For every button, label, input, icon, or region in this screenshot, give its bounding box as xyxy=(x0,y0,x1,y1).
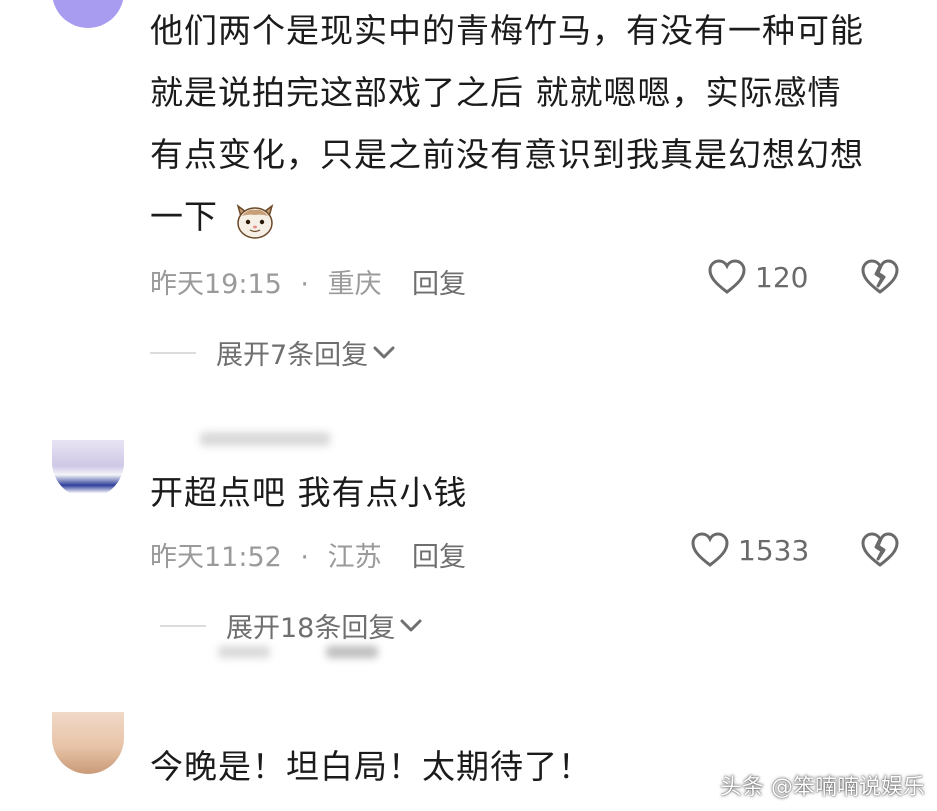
dislike-button[interactable] xyxy=(860,258,900,296)
blurred-username xyxy=(200,432,330,446)
comment-meta: 昨天19:15 · 重庆 xyxy=(150,262,382,301)
expand-replies-label: 展开18条回复 xyxy=(226,613,396,644)
avatar[interactable] xyxy=(52,440,124,498)
reply-button[interactable]: 回复 xyxy=(412,535,466,574)
dislike-button[interactable] xyxy=(860,531,900,569)
heart-icon xyxy=(707,258,747,296)
divider-line xyxy=(160,624,206,627)
comment-location: 江苏 xyxy=(327,542,382,573)
comment-text: 今晚是！坦白局！太期待了！ xyxy=(150,736,592,798)
like-count: 1533 xyxy=(738,533,810,567)
comment-time: 昨天19:15 xyxy=(150,269,282,300)
cat-face-emoji-icon xyxy=(232,196,278,242)
heart-icon xyxy=(690,531,730,569)
watermark: 头条 @笨喃喃说娱乐 xyxy=(720,775,925,800)
avatar[interactable] xyxy=(52,0,124,28)
comment-line: 今晚是！坦白局！太期待了！ xyxy=(150,747,592,786)
broken-heart-icon xyxy=(860,258,900,296)
avatar[interactable] xyxy=(52,712,124,774)
expand-replies-label: 展开7条回复 xyxy=(216,340,369,371)
reply-button[interactable]: 回复 xyxy=(412,262,466,301)
comment-text: 他们两个是现实中的青梅竹马，有没有一种可能 就是说拍完这部戏了之后 就就嗯嗯，实… xyxy=(150,0,910,248)
comment-line: 一下 xyxy=(150,186,910,248)
like-count: 120 xyxy=(755,260,809,294)
expand-replies-button[interactable]: 展开18条回复 xyxy=(160,606,423,645)
comment-line-text: 一下 xyxy=(150,197,218,236)
comment-time: 昨天11:52 xyxy=(150,542,282,573)
blurred-username xyxy=(326,646,378,658)
broken-heart-icon xyxy=(860,531,900,569)
comment-location: 重庆 xyxy=(327,269,382,300)
comment-line: 就是说拍完这部戏了之后 就就嗯嗯，实际感情 xyxy=(150,73,842,112)
comment-line: 有点变化，只是之前没有意识到我真是幻想幻想 xyxy=(150,135,864,174)
chevron-down-icon xyxy=(372,337,396,368)
expand-replies-button[interactable]: 展开7条回复 xyxy=(150,333,396,372)
divider-line xyxy=(150,351,196,354)
chevron-down-icon xyxy=(399,610,423,641)
blurred-username xyxy=(218,646,270,658)
comment-meta: 昨天11:52 · 江苏 xyxy=(150,535,382,574)
meta-separator: · xyxy=(300,269,309,300)
like-button[interactable]: 120 xyxy=(707,258,808,296)
comment-line: 开超点吧 我有点小钱 xyxy=(150,473,468,512)
comment-text: 开超点吧 我有点小钱 xyxy=(150,462,468,524)
like-button[interactable]: 1533 xyxy=(690,531,809,569)
meta-separator: · xyxy=(300,542,309,573)
comment-line: 他们两个是现实中的青梅竹马，有没有一种可能 xyxy=(150,11,864,50)
